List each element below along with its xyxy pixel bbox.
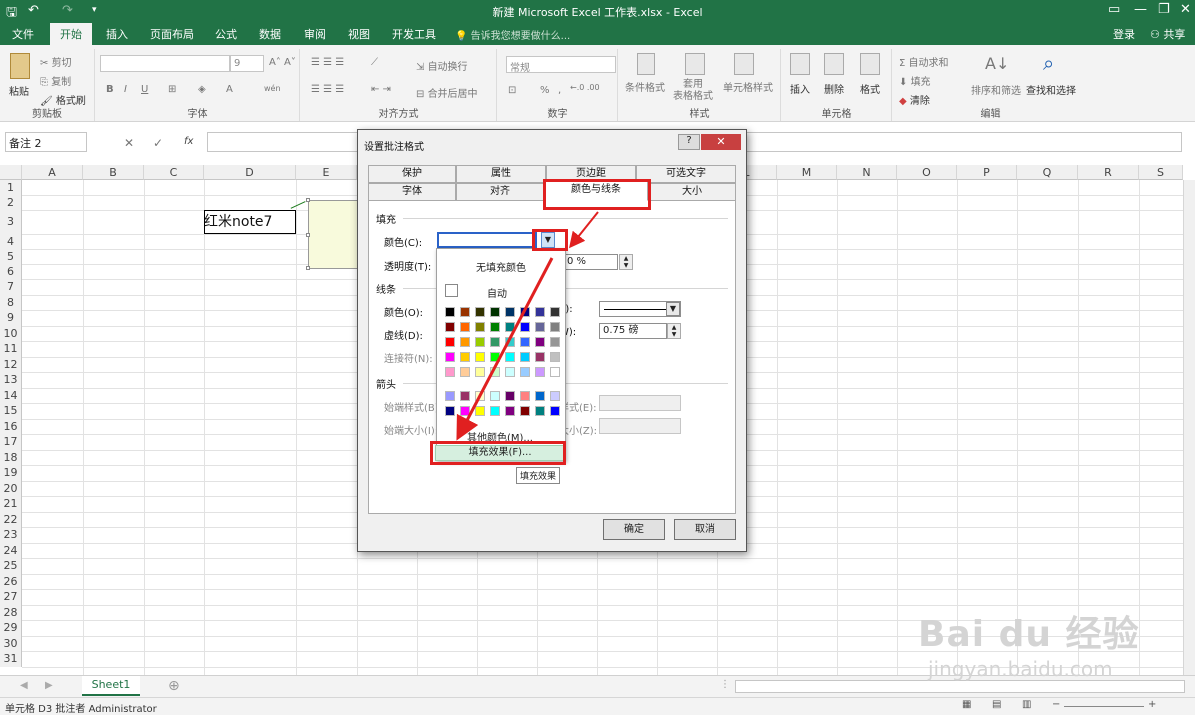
annotation-arrows <box>456 211 599 441</box>
arrow-to-fill-effects <box>456 257 554 441</box>
arrow-to-dropdown <box>569 211 599 249</box>
